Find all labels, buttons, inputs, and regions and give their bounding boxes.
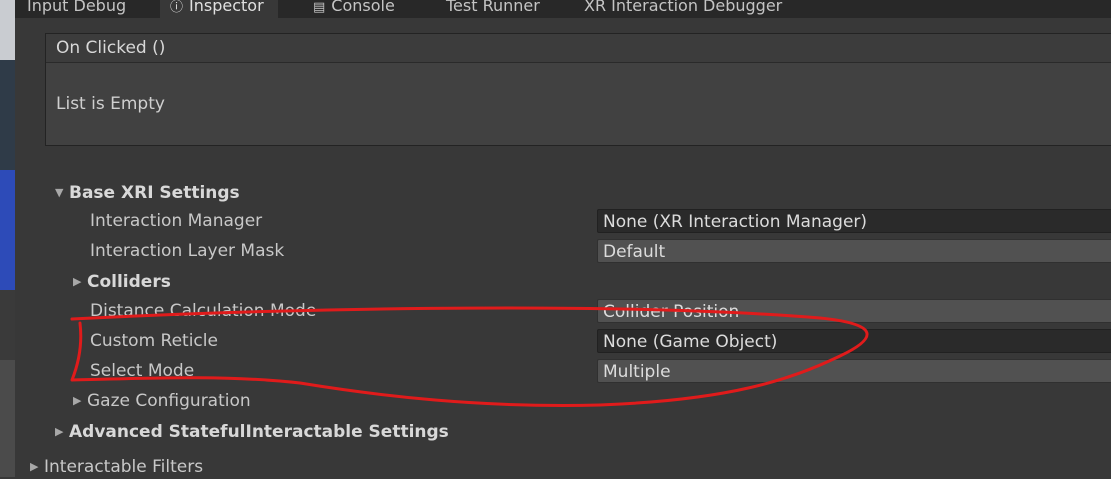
red-annotation-circle: [70, 306, 869, 407]
